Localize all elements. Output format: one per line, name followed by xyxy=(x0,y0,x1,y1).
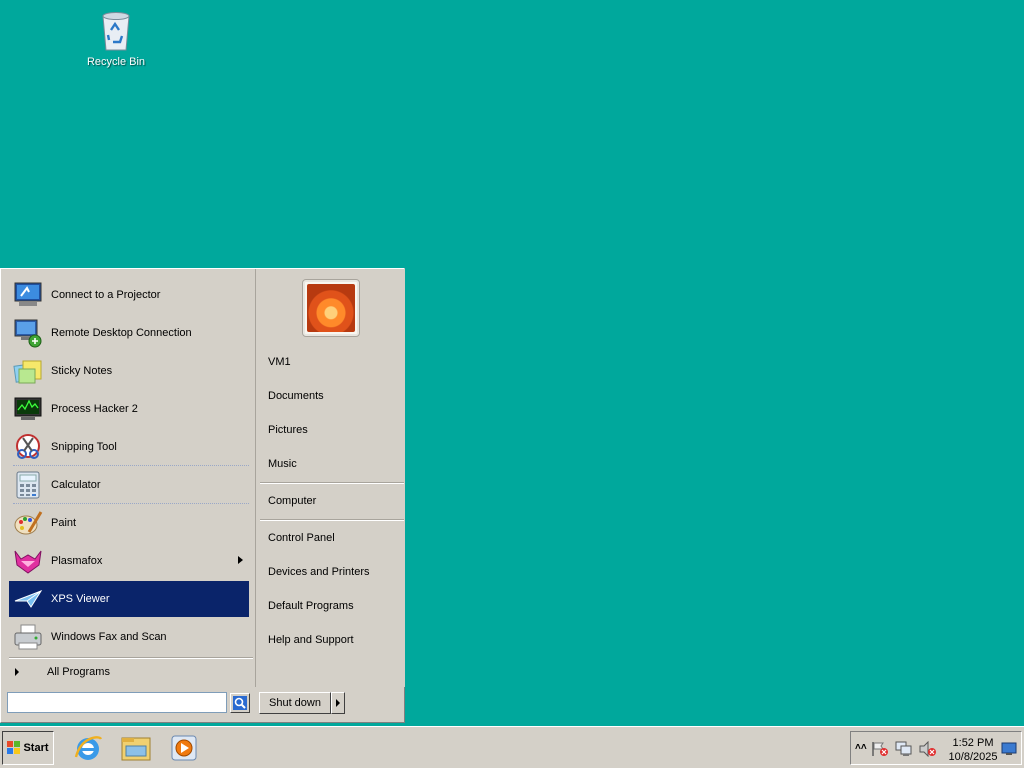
flower-picture xyxy=(307,284,355,332)
clock-time: 1:52 PM xyxy=(952,737,994,749)
all-programs-separator xyxy=(9,657,253,659)
program-item-xps-viewer[interactable]: XPS Viewer xyxy=(9,581,249,617)
user-avatar[interactable] xyxy=(302,279,360,337)
clock-date: 10/8/2025 xyxy=(948,751,998,763)
paint-icon xyxy=(11,506,45,540)
network-icon[interactable] xyxy=(895,741,913,757)
volume-muted-icon[interactable] xyxy=(919,741,937,757)
place-label: VM1 xyxy=(268,356,291,368)
start-search-row xyxy=(7,692,251,714)
program-item-remote-desktop[interactable]: Remote Desktop Connection xyxy=(9,315,249,351)
process-hacker-icon xyxy=(11,392,45,426)
program-label: Process Hacker 2 xyxy=(51,403,138,415)
start-search-input[interactable] xyxy=(7,692,227,713)
program-item-paint[interactable]: Paint xyxy=(9,505,249,541)
plasmafox-icon xyxy=(11,544,45,578)
recycle-bin-icon xyxy=(102,12,130,51)
place-label: Control Panel xyxy=(268,532,335,544)
place-label: Default Programs xyxy=(268,600,354,612)
start-label: Start xyxy=(23,742,49,754)
places-separator xyxy=(260,482,404,484)
projector-icon xyxy=(11,278,45,312)
place-default-programs[interactable]: Default Programs xyxy=(262,595,402,617)
all-programs-button[interactable]: All Programs xyxy=(9,661,249,683)
show-desktop-icon[interactable] xyxy=(1001,742,1017,756)
program-label: Calculator xyxy=(51,479,101,491)
system-tray: ˄˄ 1:52 PM 10/8/2025 xyxy=(850,731,1022,765)
remote-desktop-icon xyxy=(11,316,45,350)
snipping-tool-icon xyxy=(11,430,45,464)
place-pictures[interactable]: Pictures xyxy=(262,419,402,441)
start-button[interactable]: Start xyxy=(2,731,54,765)
arrow-right-icon xyxy=(336,699,340,707)
program-item-fax-scan[interactable]: Windows Fax and Scan xyxy=(9,619,249,655)
place-label: Devices and Printers xyxy=(268,566,370,578)
place-devices-printers[interactable]: Devices and Printers xyxy=(262,561,402,583)
start-menu-programs-pane: Connect to a Projector Remote Desktop Co… xyxy=(3,271,253,687)
place-control-panel[interactable]: Control Panel xyxy=(262,527,402,549)
start-menu-places-pane: VM1 Documents Pictures Music Computer Co… xyxy=(255,269,405,687)
taskbar-windows-explorer[interactable] xyxy=(118,731,154,765)
desktop-icon-recycle-bin[interactable]: Recycle Bin xyxy=(82,8,150,68)
show-hidden-icons-button[interactable]: ˄˄ xyxy=(855,742,867,753)
submenu-arrow-icon xyxy=(238,556,243,564)
fax-scan-icon xyxy=(11,620,45,654)
program-label: XPS Viewer xyxy=(51,593,110,605)
program-label: Snipping Tool xyxy=(51,441,117,453)
program-separator xyxy=(13,503,249,504)
program-label: Paint xyxy=(51,517,77,529)
calculator-icon xyxy=(11,468,45,502)
program-item-calculator[interactable]: Calculator xyxy=(9,467,249,503)
desktop-icon-label: Recycle Bin xyxy=(86,56,146,68)
shutdown-options-button[interactable] xyxy=(331,692,345,714)
taskbar-internet-explorer[interactable] xyxy=(70,731,106,765)
program-item-connect-projector[interactable]: Connect to a Projector xyxy=(9,277,249,313)
arrow-right-icon xyxy=(15,668,19,676)
search-button[interactable] xyxy=(230,693,250,713)
internet-explorer-icon xyxy=(74,736,103,760)
shutdown-button[interactable]: Shut down xyxy=(259,692,331,714)
program-item-snipping-tool[interactable]: Snipping Tool xyxy=(9,429,249,465)
place-user[interactable]: VM1 xyxy=(262,351,402,373)
program-item-sticky-notes[interactable]: Sticky Notes xyxy=(9,353,249,389)
taskbar-media-player[interactable] xyxy=(166,731,202,765)
sticky-notes-icon xyxy=(11,354,45,388)
windows-explorer-icon xyxy=(121,737,151,761)
start-menu: Connect to a Projector Remote Desktop Co… xyxy=(0,268,405,723)
search-icon xyxy=(233,696,247,710)
shutdown-group: Shut down xyxy=(259,692,345,714)
program-label: Remote Desktop Connection xyxy=(51,327,192,339)
place-label: Documents xyxy=(268,390,324,402)
windows-logo-icon xyxy=(7,741,21,754)
place-music[interactable]: Music xyxy=(262,453,402,475)
taskbar: Start ˄˄ 1:52 PM 10/8/2025 xyxy=(0,726,1024,768)
place-label: Music xyxy=(268,458,297,470)
program-item-process-hacker[interactable]: Process Hacker 2 xyxy=(9,391,249,427)
xps-viewer-icon xyxy=(11,582,45,616)
program-label: Plasmafox xyxy=(51,555,103,567)
place-computer[interactable]: Computer xyxy=(262,490,402,512)
media-player-icon xyxy=(171,735,197,761)
action-center-flag-icon[interactable] xyxy=(871,741,889,757)
program-separator xyxy=(13,465,249,466)
place-label: Pictures xyxy=(268,424,308,436)
clock[interactable]: 1:52 PM 10/8/2025 xyxy=(945,736,1001,764)
all-programs-label: All Programs xyxy=(47,666,110,678)
place-label: Help and Support xyxy=(268,634,354,646)
program-label: Windows Fax and Scan xyxy=(51,631,167,643)
place-documents[interactable]: Documents xyxy=(262,385,402,407)
place-help-support[interactable]: Help and Support xyxy=(262,629,402,651)
program-label: Sticky Notes xyxy=(51,365,113,377)
program-label: Connect to a Projector xyxy=(51,289,161,301)
place-label: Computer xyxy=(268,495,317,507)
places-separator xyxy=(260,519,404,521)
program-item-plasmafox[interactable]: Plasmafox xyxy=(9,543,249,579)
